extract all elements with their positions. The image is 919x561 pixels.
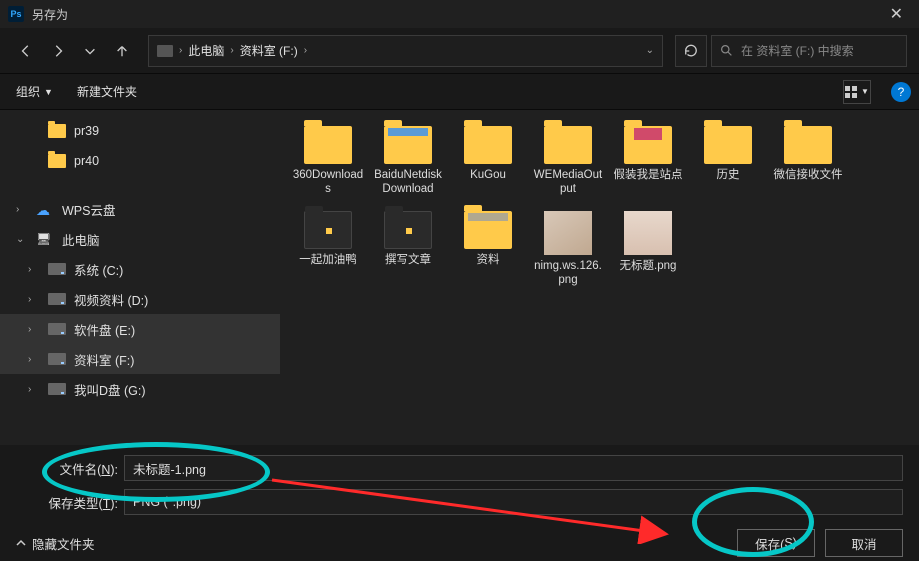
- chevron-down-icon[interactable]: ⌄: [646, 45, 654, 56]
- view-mode-button[interactable]: ▼: [843, 80, 871, 104]
- chevron-right-icon: ›: [230, 45, 233, 56]
- pc-icon: [36, 232, 54, 246]
- filetype-select[interactable]: PNG (*.png): [124, 489, 903, 515]
- crumb-thispc[interactable]: 此电脑: [188, 42, 224, 59]
- chevron-up-icon: [16, 538, 26, 548]
- recent-dropdown[interactable]: [76, 37, 104, 65]
- folder-item[interactable]: 微信接收文件: [768, 122, 848, 201]
- filename-label: 文件名(N):: [16, 459, 124, 478]
- tree-drive-f[interactable]: ›资料室 (F:): [0, 344, 280, 374]
- refresh-button[interactable]: [675, 35, 707, 67]
- hide-folders-toggle[interactable]: 隐藏文件夹: [16, 534, 95, 553]
- folder-icon: [48, 124, 66, 138]
- folder-item[interactable]: 360Downloads: [288, 122, 368, 201]
- folder-item[interactable]: BaiduNetdiskDownload: [368, 122, 448, 201]
- crumb-drive-f[interactable]: 资料室 (F:): [240, 42, 298, 59]
- folder-item[interactable]: 一起加油鸭: [288, 207, 368, 292]
- search-input[interactable]: 在 资料室 (F:) 中搜索: [711, 35, 907, 67]
- window-title: 另存为: [32, 6, 68, 23]
- drive-icon: [157, 45, 173, 57]
- folder-item[interactable]: 历史: [688, 122, 768, 201]
- sidebar-tree: pr39 pr40 ›WPS云盘 ⌄此电脑 ›系统 (C:) ›视频资料 (D:…: [0, 110, 280, 445]
- organize-menu[interactable]: 组织▼: [16, 83, 53, 100]
- save-button[interactable]: 保存(S): [737, 529, 815, 557]
- tree-this-pc[interactable]: ⌄此电脑: [0, 224, 280, 254]
- back-button[interactable]: [12, 37, 40, 65]
- help-button[interactable]: ?: [891, 82, 911, 102]
- drive-icon: [48, 323, 66, 335]
- nav-bar: › 此电脑 › 资料室 (F:) › ⌄ 在 资料室 (F:) 中搜索: [0, 28, 919, 74]
- tree-drive-d[interactable]: ›视频资料 (D:): [0, 284, 280, 314]
- cancel-button[interactable]: 取消: [825, 529, 903, 557]
- tree-drive-e[interactable]: ›软件盘 (E:): [0, 314, 280, 344]
- folder-item[interactable]: 假装我是站点: [608, 122, 688, 201]
- toolbar: 组织▼ 新建文件夹 ▼ ?: [0, 74, 919, 110]
- bottom-panel: 文件名(N): 未标题-1.png 保存类型(T): PNG (*.png) 隐…: [0, 445, 919, 561]
- photoshop-icon: Ps: [8, 6, 24, 22]
- drive-icon: [48, 293, 66, 305]
- drive-icon: [48, 263, 66, 275]
- titlebar: Ps 另存为 ✕: [0, 0, 919, 28]
- file-grid: 360Downloads BaiduNetdiskDownload KuGou …: [280, 110, 919, 445]
- folder-item[interactable]: KuGou: [448, 122, 528, 201]
- folder-item[interactable]: WEMediaOutput: [528, 122, 608, 201]
- tree-wps-cloud[interactable]: ›WPS云盘: [0, 194, 280, 224]
- breadcrumb-bar[interactable]: › 此电脑 › 资料室 (F:) › ⌄: [148, 35, 663, 67]
- main-area: pr39 pr40 ›WPS云盘 ⌄此电脑 ›系统 (C:) ›视频资料 (D:…: [0, 110, 919, 445]
- cloud-icon: [36, 202, 54, 216]
- search-placeholder: 在 资料室 (F:) 中搜索: [741, 42, 854, 59]
- up-button[interactable]: [108, 37, 136, 65]
- tree-drive-g[interactable]: ›我叫D盘 (G:): [0, 374, 280, 404]
- folder-item[interactable]: 资料: [448, 207, 528, 292]
- forward-button[interactable]: [44, 37, 72, 65]
- close-button[interactable]: ✕: [882, 4, 911, 24]
- tree-drive-c[interactable]: ›系统 (C:): [0, 254, 280, 284]
- folder-item[interactable]: 撰写文章: [368, 207, 448, 292]
- tree-pr39[interactable]: pr39: [0, 116, 280, 146]
- filetype-label: 保存类型(T):: [16, 493, 124, 512]
- drive-icon: [48, 353, 66, 365]
- drive-icon: [48, 383, 66, 395]
- new-folder-button[interactable]: 新建文件夹: [77, 83, 137, 100]
- tree-pr40[interactable]: pr40: [0, 146, 280, 176]
- folder-icon: [48, 154, 66, 168]
- search-icon: [720, 44, 733, 57]
- chevron-right-icon: ›: [179, 45, 182, 56]
- png-file-item[interactable]: 无标题.png: [608, 207, 688, 292]
- chevron-right-icon: ›: [304, 45, 307, 56]
- filename-input[interactable]: 未标题-1.png: [124, 455, 903, 481]
- png-file-item[interactable]: nimg.ws.126.png: [528, 207, 608, 292]
